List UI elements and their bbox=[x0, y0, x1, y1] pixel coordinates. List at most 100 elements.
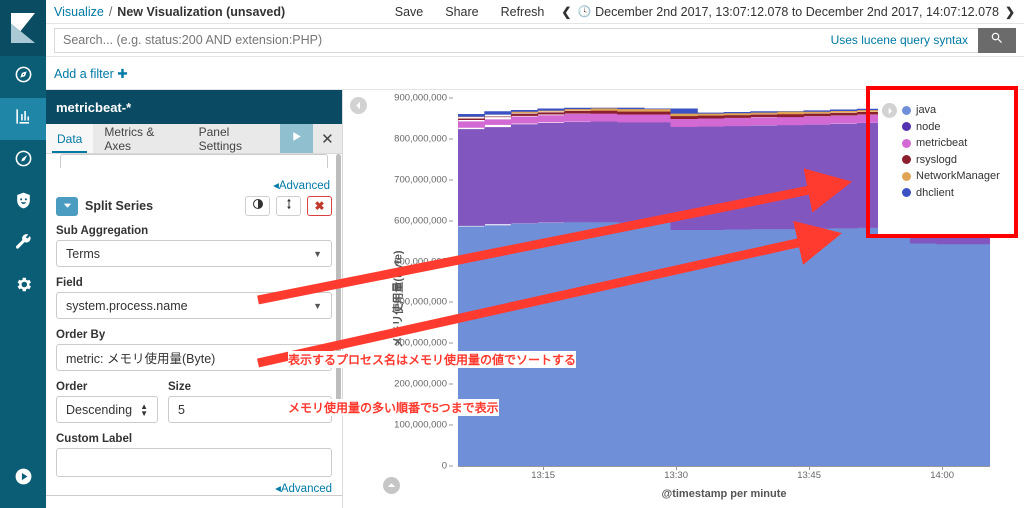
legend-color-dot bbox=[902, 155, 911, 165]
nav-item-dev-tools[interactable] bbox=[0, 224, 46, 266]
y-tick-label: 100,000,000 bbox=[394, 419, 447, 431]
x-tick-mark bbox=[942, 466, 944, 470]
nav-item-dashboard[interactable] bbox=[0, 140, 46, 182]
tab-metrics-axes[interactable]: Metrics & Axes bbox=[93, 124, 187, 153]
sub-aggregation-select[interactable]: Terms ▼ bbox=[56, 240, 332, 267]
y-tick-mark bbox=[449, 261, 453, 263]
x-axis-line bbox=[458, 466, 990, 467]
filter-bar: Add a filter ✚ bbox=[46, 57, 1024, 90]
split-series-header: Split Series ✖ bbox=[56, 196, 332, 216]
bucket-toggle-button[interactable] bbox=[245, 196, 270, 216]
x-tick-label: 13:45 bbox=[797, 470, 821, 481]
x-axis-ticks: 13:15 13:30 13:45 14:00 bbox=[458, 466, 990, 486]
sidebar-scrollbar[interactable] bbox=[336, 154, 341, 409]
bucket-move-button[interactable] bbox=[276, 196, 301, 216]
add-filter-button[interactable]: Add a filter ✚ bbox=[54, 66, 128, 81]
x-tick-label: 13:30 bbox=[664, 470, 688, 481]
field-value: system.process.name bbox=[66, 298, 188, 313]
y-tick-label: 700,000,000 bbox=[394, 174, 447, 186]
advanced-toggle-top[interactable]: ◂Advanced bbox=[56, 178, 332, 192]
y-tick-mark bbox=[449, 220, 453, 222]
clock-icon: 🕓 bbox=[577, 6, 592, 18]
breadcrumb-visualize[interactable]: Visualize bbox=[54, 5, 104, 19]
search-icon bbox=[990, 31, 1004, 50]
legend-item-node[interactable]: node bbox=[902, 119, 1000, 136]
query-bar: Uses lucene query syntax bbox=[46, 24, 1024, 57]
field-select[interactable]: system.process.name ▼ bbox=[56, 292, 332, 319]
chevron-left-icon[interactable]: ❮ bbox=[555, 5, 577, 19]
time-range-picker[interactable]: 🕓 December 2nd 2017, 13:07:12.078 to Dec… bbox=[577, 5, 998, 19]
legend-item-NetworkManager[interactable]: NetworkManager bbox=[902, 168, 1000, 185]
discard-changes-button[interactable]: ✕ bbox=[313, 124, 342, 153]
gear-icon bbox=[14, 275, 33, 299]
y-tick-label: 900,000,000 bbox=[394, 92, 447, 104]
split-series-label: Split Series bbox=[85, 199, 154, 213]
shield-icon bbox=[14, 191, 33, 215]
share-button[interactable]: Share bbox=[434, 5, 489, 19]
tab-panel-settings[interactable]: Panel Settings bbox=[188, 124, 280, 153]
legend-item-metricbeat[interactable]: metricbeat bbox=[902, 135, 1000, 152]
panel-divider bbox=[46, 495, 342, 496]
nav-item-management[interactable] bbox=[0, 266, 46, 308]
legend-toggle-button[interactable] bbox=[882, 103, 897, 118]
size-label: Size bbox=[168, 381, 192, 393]
chevron-down-icon: ▼ bbox=[313, 300, 322, 311]
field-label: Field bbox=[56, 277, 83, 289]
x-axis-title: @timestamp per minute bbox=[661, 488, 787, 500]
breadcrumb-separator: / bbox=[108, 4, 113, 19]
apply-changes-button[interactable] bbox=[280, 124, 313, 153]
sub-aggregation-label: Sub Aggregation bbox=[56, 225, 149, 237]
chart-expand-button[interactable] bbox=[383, 477, 400, 494]
y-tick-label: 200,000,000 bbox=[394, 378, 447, 390]
x-tick-label: 13:15 bbox=[531, 470, 555, 481]
lucene-syntax-link[interactable]: Uses lucene query syntax bbox=[831, 33, 968, 47]
save-button[interactable]: Save bbox=[384, 5, 435, 19]
legend-item-rsyslogd[interactable]: rsyslogd bbox=[902, 152, 1000, 169]
order-label: Order bbox=[56, 381, 88, 393]
chevron-right-circle-icon bbox=[886, 102, 894, 120]
legend-item-java[interactable]: java bbox=[902, 102, 1000, 119]
bucket-remove-button[interactable]: ✖ bbox=[307, 196, 332, 216]
nav-item-visualize[interactable] bbox=[0, 98, 46, 140]
x-tick-mark bbox=[543, 466, 545, 470]
kibana-logo[interactable] bbox=[0, 0, 46, 56]
caret-down-icon bbox=[63, 197, 72, 215]
y-tick-mark bbox=[449, 383, 453, 385]
search-input-wrapper[interactable]: Uses lucene query syntax bbox=[54, 27, 978, 53]
bar-chart-icon bbox=[14, 107, 33, 131]
nav-collapse-button[interactable] bbox=[0, 458, 46, 500]
order-by-value: metric: メモリ使用量(Byte) bbox=[66, 352, 216, 366]
wrench-icon bbox=[14, 233, 33, 257]
chevron-right-icon[interactable]: ❯ bbox=[999, 5, 1024, 19]
custom-label-label: Custom Label bbox=[56, 433, 133, 445]
legend-label: metricbeat bbox=[916, 137, 968, 150]
aggregation-form: ◂Advanced Split Series ✖ Sub Aggregation… bbox=[46, 154, 342, 508]
size-value: 5 bbox=[178, 402, 185, 417]
y-tick-mark bbox=[449, 424, 453, 426]
nav-item-timelion[interactable] bbox=[0, 182, 46, 224]
custom-label-input[interactable] bbox=[56, 448, 332, 477]
y-tick-mark bbox=[449, 97, 453, 99]
refresh-button[interactable]: Refresh bbox=[490, 5, 556, 19]
order-select[interactable]: Descending ▲ ▼ bbox=[56, 396, 158, 423]
x-tick-mark bbox=[809, 466, 811, 470]
y-tick-label: 800,000,000 bbox=[394, 133, 447, 145]
legend-color-dot bbox=[902, 188, 911, 198]
advanced-toggle-bottom[interactable]: ◂Advanced bbox=[56, 481, 332, 495]
previous-field-partial bbox=[60, 154, 328, 168]
tab-data[interactable]: Data bbox=[46, 124, 94, 153]
y-tick-mark bbox=[449, 138, 453, 140]
top-navbar: Visualize / New Visualization (unsaved) … bbox=[46, 0, 1024, 24]
order-value: Descending bbox=[66, 402, 133, 417]
bucket-collapse-button[interactable] bbox=[56, 196, 78, 216]
nav-item-discover[interactable] bbox=[0, 56, 46, 98]
clock-dashboard-icon bbox=[14, 149, 33, 173]
legend-item-dhclient[interactable]: dhclient bbox=[902, 185, 1000, 202]
toggle-icon bbox=[252, 197, 264, 215]
y-tick-label: 500,000,000 bbox=[394, 256, 447, 268]
play-circle-icon bbox=[14, 467, 33, 491]
compass-icon bbox=[14, 65, 33, 89]
chevron-down-icon: ▼ bbox=[313, 248, 322, 259]
editor-tabs: Data Metrics & Axes Panel Settings ✕ bbox=[46, 124, 342, 154]
search-submit-button[interactable] bbox=[978, 27, 1016, 53]
